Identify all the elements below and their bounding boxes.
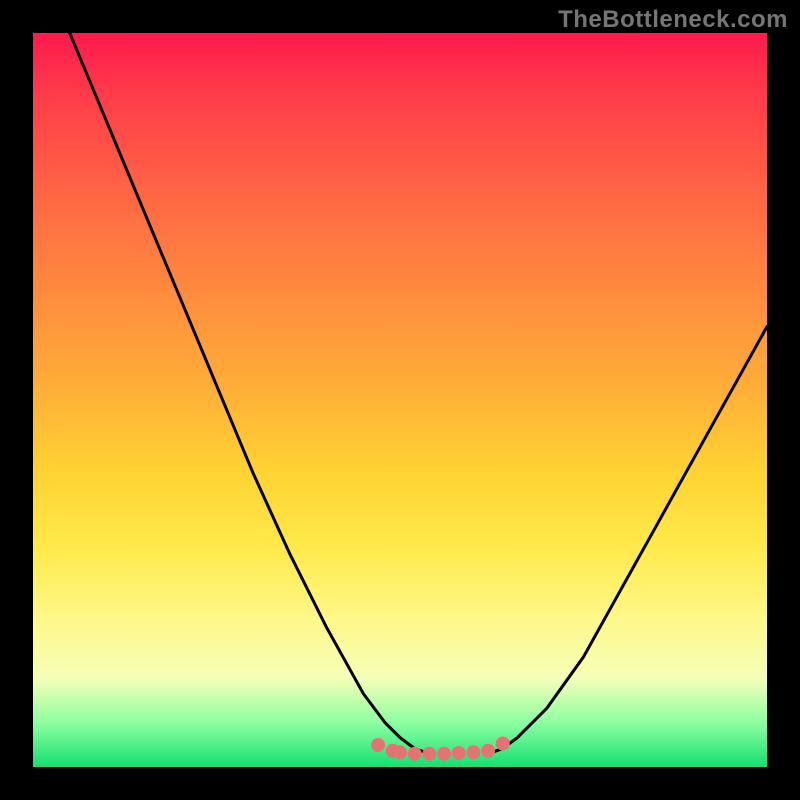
valley-marker xyxy=(496,737,510,751)
valley-marker xyxy=(371,738,385,752)
valley-marker xyxy=(452,746,466,760)
valley-marker xyxy=(481,744,495,758)
valley-marker xyxy=(393,745,407,759)
valley-marker xyxy=(437,747,451,761)
valley-marker xyxy=(422,747,436,761)
plot-area xyxy=(33,33,767,767)
watermark-text: TheBottleneck.com xyxy=(558,6,788,34)
curve-overlay xyxy=(33,33,767,767)
valley-marker xyxy=(466,745,480,759)
chart-frame: TheBottleneck.com xyxy=(0,0,800,800)
left-curve xyxy=(70,33,430,754)
right-curve xyxy=(488,327,767,754)
valley-marker xyxy=(408,747,422,761)
